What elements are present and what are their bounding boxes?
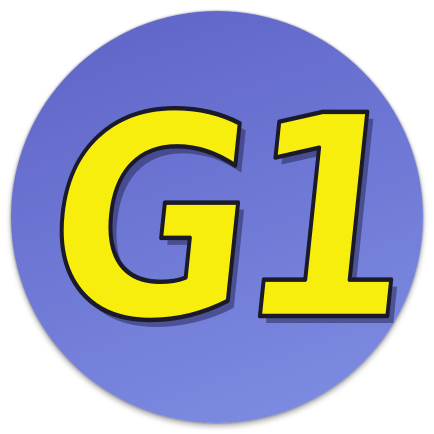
logo-badge-circle: G1 G1 — [11, 11, 423, 423]
g1-logo-icon: G1 G1 — [30, 54, 423, 389]
logo-canvas: G1 G1 — [0, 0, 434, 434]
logo-text: G1 — [32, 56, 418, 382]
